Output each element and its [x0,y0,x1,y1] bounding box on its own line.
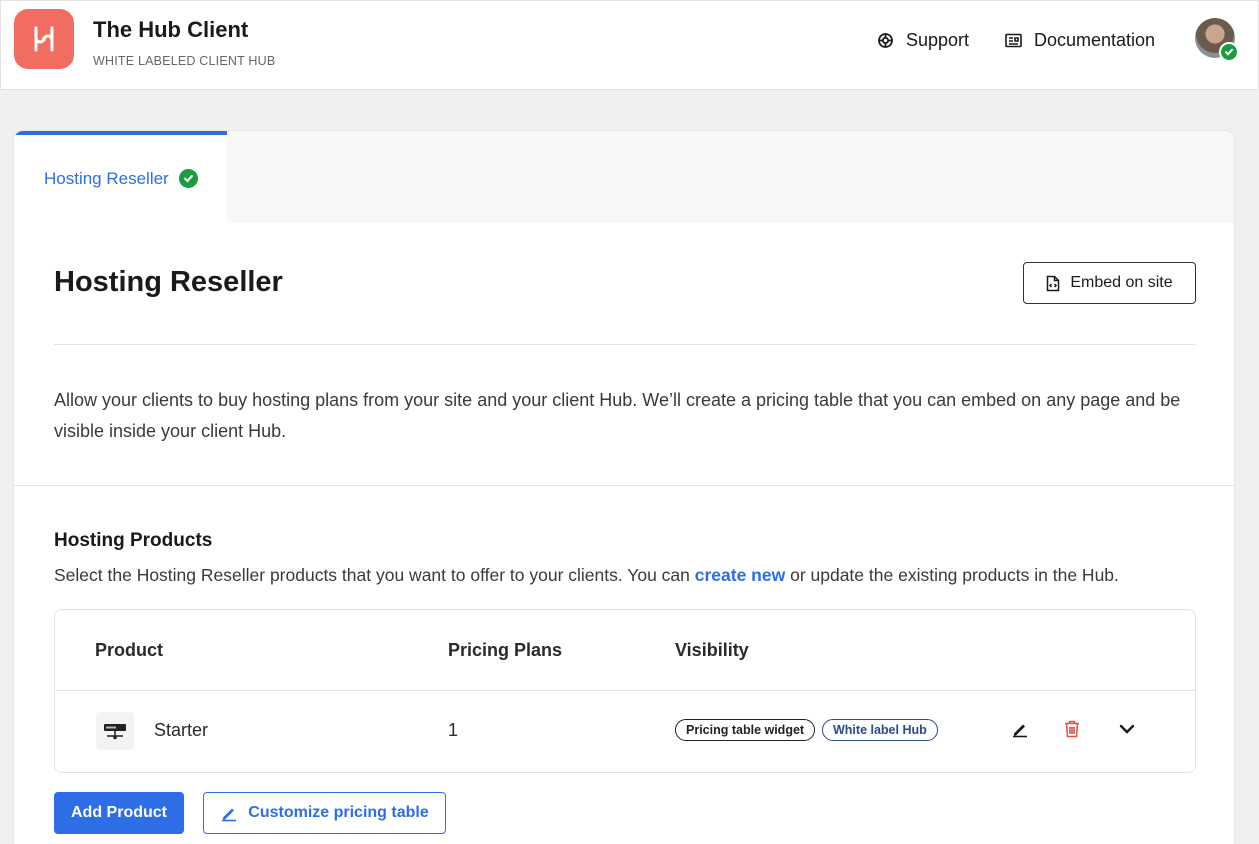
section-description: Select the Hosting Reseller products tha… [54,565,1119,586]
section-desc-text: or update the existing products in the H… [785,565,1119,585]
section-desc-text: Select the Hosting Reseller products tha… [54,565,695,585]
products-table: Product Pricing Plans Visibility Starter… [54,609,1196,773]
row-divider [55,690,1195,691]
chevron-down-icon [1119,724,1135,734]
section-title: Hosting Products [54,530,213,551]
nav-documentation-label: Documentation [1034,29,1156,50]
lifebuoy-icon [877,32,894,49]
divider [14,485,1234,486]
app-title: The Hub Client [93,17,249,42]
embed-on-site-button[interactable]: Embed on site [1023,262,1196,304]
product-name: Starter [154,720,209,740]
hub-logo-icon[interactable] [14,9,74,69]
nav-documentation-link[interactable]: Documentation [1005,28,1155,52]
tab-label: Hosting Reseller [44,169,169,188]
column-header-visibility: Visibility [675,640,749,660]
customize-pricing-table-button[interactable]: Customize pricing table [203,792,446,834]
customize-pricing-table-label: Customize pricing table [248,804,429,821]
create-new-link[interactable]: create new [695,565,785,585]
nav-support-label: Support [906,29,970,50]
document-icon [1005,33,1022,48]
embed-on-site-label: Embed on site [1070,274,1173,291]
tab-bar: Hosting Reseller [14,131,1234,223]
pricing-plans-count: 1 [448,720,459,740]
column-header-product: Product [95,640,164,660]
divider [54,344,1196,345]
trash-icon [1065,720,1079,738]
nav-support-link[interactable]: Support [877,28,969,52]
page-title: Hosting Reseller [54,266,283,298]
add-product-button[interactable]: Add Product [54,792,184,834]
main-card: Hosting Reseller Hosting Reseller Embed … [13,130,1235,844]
app-subtitle: WHITE LABELED CLIENT HUB [93,54,276,68]
page-description: Allow your clients to buy hosting plans … [54,390,1181,441]
visibility-badge-pricing-table: Pricing table widget [675,719,816,741]
delete-product-button[interactable] [1060,717,1084,741]
visibility-badge-white-label: White label Hub [822,719,938,741]
column-header-pricing-plans: Pricing Plans [448,640,563,660]
edit-product-button[interactable] [1008,717,1032,741]
code-file-icon [1046,275,1060,292]
top-header: The Hub Client WHITE LABELED CLIENT HUB … [0,0,1259,90]
online-status-icon [1219,42,1239,62]
pencil-icon [220,804,238,822]
tab-hosting-reseller[interactable]: Hosting Reseller [14,131,227,223]
check-circle-icon [179,169,198,188]
expand-row-button[interactable] [1115,717,1139,741]
server-icon [96,712,134,750]
pencil-icon [1013,724,1027,738]
